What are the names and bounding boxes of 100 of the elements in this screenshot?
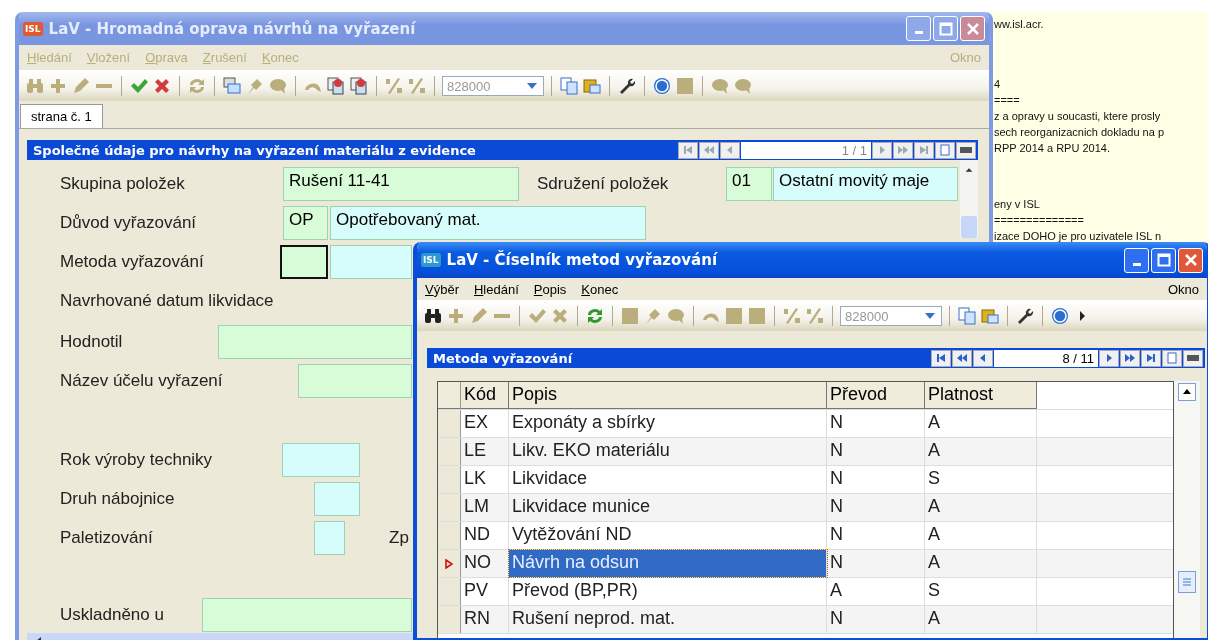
tab[interactable]: strana č. 1 [20,104,103,128]
row-selector[interactable] [438,466,461,493]
column-header[interactable]: Kód [461,382,509,409]
menu-item[interactable]: Okno [1167,281,1199,297]
table-cell[interactable]: N [827,522,925,549]
last-record-button[interactable] [914,141,934,159]
input-field[interactable]: Rušení 11-41 [283,166,519,201]
close-button[interactable] [1178,247,1203,273]
table-cell[interactable]: A [925,410,1037,437]
column-header[interactable]: Platnost [925,382,1037,409]
table-cell[interactable]: Likvidace munice [509,494,827,521]
table-cell[interactable]: EX [461,410,509,437]
maximize-button[interactable] [933,16,958,41]
table-cell[interactable]: A [925,438,1037,465]
copy-icon[interactable] [559,76,579,96]
square-icon[interactable] [747,306,767,326]
table-cell[interactable]: A [925,522,1037,549]
table-cell[interactable]: A [925,550,1037,577]
next-page-record-button[interactable] [1120,349,1140,367]
table-cell[interactable]: N [827,606,925,633]
table-cell[interactable]: N [827,550,925,577]
first-record-button[interactable] [678,141,698,159]
menu-item[interactable]: Popis [533,281,567,297]
next-page-record-button[interactable] [893,141,913,159]
refresh-icon[interactable] [187,76,207,96]
paste-icon[interactable] [980,306,1000,326]
menu-item[interactable]: Výběr [425,281,459,297]
minimize-button[interactable] [1124,247,1149,273]
docs-icon[interactable] [349,76,369,96]
table-cell[interactable]: Likvidace [509,466,827,493]
scroll-thumb[interactable] [1178,571,1196,593]
bubble-icon[interactable] [733,76,753,96]
square-icon[interactable] [620,306,640,326]
vertical-scrollbar[interactable] [960,160,978,238]
close-button[interactable] [960,16,985,41]
dropdown-icon[interactable] [527,83,537,89]
table-cell[interactable]: RN [461,606,509,633]
table-cell[interactable]: ND [461,522,509,549]
next-record-button[interactable] [1099,349,1119,367]
pencil-icon[interactable] [469,306,489,326]
column-header[interactable]: Převod [827,382,925,409]
fraction-icon[interactable] [384,76,404,96]
table-cell[interactable]: Likv. EKO materiálu [509,438,827,465]
help-icon[interactable] [1050,306,1070,326]
prev-record-button[interactable] [973,349,993,367]
input-field[interactable]: OP [283,205,328,240]
table-cell[interactable]: N [827,438,925,465]
table-cell[interactable]: A [925,494,1037,521]
maximize-button[interactable] [1151,247,1176,273]
prev-page-record-button[interactable] [952,349,972,367]
bubble-icon[interactable] [666,306,686,326]
bubble-icon[interactable] [268,76,288,96]
refresh-icon[interactable] [585,306,605,326]
table-cell[interactable]: Rušení neprod. mat. [509,606,827,633]
window-icon[interactable] [222,76,242,96]
table-cell[interactable]: LE [461,438,509,465]
table-cell[interactable]: A [827,578,925,605]
copy-icon[interactable] [957,306,977,326]
table-cell[interactable]: N [827,410,925,437]
fraction-icon[interactable] [407,76,427,96]
docs-icon[interactable] [326,76,346,96]
pencil-icon[interactable] [71,76,91,96]
row-selector[interactable] [438,410,461,437]
fraction-icon[interactable] [782,306,802,326]
table-cell[interactable]: Převod (BP,PR) [509,578,827,605]
copy-record-button[interactable] [935,141,955,159]
input-field[interactable]: 01 [726,166,772,201]
square-icon[interactable] [675,76,695,96]
menu-item[interactable]: Hledání [473,281,519,297]
prev-record-button[interactable] [720,141,740,159]
bubble-icon[interactable] [710,76,730,96]
fraction-icon[interactable] [805,306,825,326]
last-record-button[interactable] [1141,349,1161,367]
scroll-thumb[interactable] [961,215,977,238]
row-selector[interactable] [438,578,461,605]
export-button[interactable] [956,141,976,159]
first-record-button[interactable] [931,349,951,367]
row-selector[interactable] [438,438,461,465]
dropdown-icon[interactable] [925,313,935,319]
input-field[interactable]: Ostatní movitý maje [773,166,958,201]
plus-icon[interactable] [48,76,68,96]
column-header[interactable]: Popis [509,382,827,409]
row-selector[interactable] [438,550,461,577]
pin-icon[interactable] [245,76,265,96]
table-cell[interactable]: PV [461,578,509,605]
table-cell[interactable]: Exponáty a sbírky [509,410,827,437]
table-cell[interactable]: S [925,466,1037,493]
prev-page-record-button[interactable] [699,141,719,159]
scroll-up-icon[interactable] [1178,383,1196,401]
next-record-button[interactable] [872,141,892,159]
table-cell[interactable]: N [827,494,925,521]
pin-icon[interactable] [643,306,663,326]
table-cell[interactable]: LK [461,466,509,493]
table-cell[interactable]: S [925,578,1037,605]
table-cell[interactable]: A [925,606,1037,633]
input-field[interactable] [280,244,328,279]
table-cell[interactable]: N [827,466,925,493]
table-cell[interactable]: Návrh na odsun [509,550,827,577]
table-cell[interactable]: LM [461,494,509,521]
row-selector[interactable] [438,494,461,521]
